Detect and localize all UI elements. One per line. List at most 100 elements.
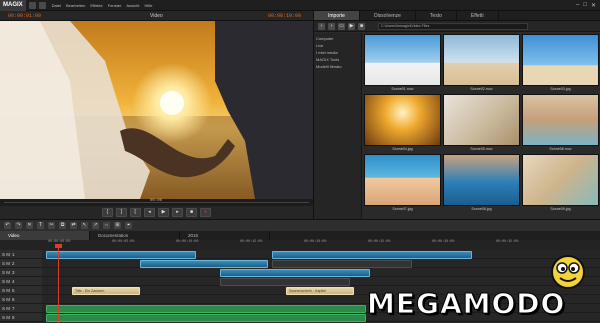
track-lane[interactable]: [42, 259, 600, 268]
thumbnail[interactable]: Sonne06.mov: [522, 94, 599, 152]
sidebar-item-computer[interactable]: Computer: [314, 35, 361, 42]
menu-item-window[interactable]: Fenster: [108, 3, 122, 8]
menu-item-view[interactable]: Ansicht: [126, 3, 139, 8]
thumbnail-caption: Sonne08.jpg: [471, 207, 492, 211]
position-bar[interactable]: 00:00: [0, 199, 313, 206]
mark-in-button[interactable]: [: [102, 208, 113, 217]
track-header[interactable]: S M6: [0, 295, 42, 304]
sidebar-item-my-media[interactable]: I miei media: [314, 49, 361, 56]
back-icon[interactable]: ‹: [318, 22, 325, 30]
thumbnail-caption: Sonne06.mov: [549, 147, 572, 151]
menu-item-effects[interactable]: Effekte: [90, 3, 102, 8]
track-lane[interactable]: [42, 250, 600, 259]
track-header[interactable]: S M7: [0, 304, 42, 313]
thumbnail-caption: Sonne04.jpg: [392, 147, 413, 151]
stop-preview-icon[interactable]: ■: [358, 22, 365, 30]
video-clip[interactable]: [220, 278, 350, 286]
thumbnail[interactable]: Sonne03.jpg: [522, 34, 599, 92]
video-clip[interactable]: [220, 269, 370, 277]
thumbnail[interactable]: Sonne02.mov: [443, 34, 520, 92]
track-header[interactable]: S M4: [0, 277, 42, 286]
folder-icon[interactable]: ▭: [338, 22, 345, 30]
position-label: 00:00: [150, 199, 163, 203]
thumbnail[interactable]: Sonne07.jpg: [364, 154, 441, 212]
tab-text[interactable]: Testo: [416, 11, 457, 20]
text-tool-icon[interactable]: T: [37, 222, 44, 229]
group-icon[interactable]: ⧉: [59, 222, 66, 229]
track-flags: S M: [2, 251, 11, 257]
record-button[interactable]: ●: [200, 208, 211, 217]
next-frame-button[interactable]: ▸: [172, 208, 183, 217]
video-clip[interactable]: [272, 251, 472, 259]
tab-2015[interactable]: 2015: [180, 231, 270, 240]
track-header[interactable]: S M3: [0, 268, 42, 277]
play-button[interactable]: ▶: [158, 208, 169, 217]
track-flags: S M: [2, 260, 11, 266]
cut-icon[interactable]: ✂: [48, 222, 55, 229]
sidebar-item-templates[interactable]: Modelli filmato: [314, 63, 361, 70]
thumbnail-image: [522, 154, 599, 206]
menu-item-help[interactable]: Hilfe: [144, 3, 152, 8]
swap-icon[interactable]: ⇄: [70, 222, 77, 229]
close-button[interactable]: ✕: [591, 2, 596, 9]
thumbnail[interactable]: Sonne05.mov: [443, 94, 520, 152]
track-header[interactable]: S M5: [0, 286, 42, 295]
prev-frame-button[interactable]: ◂: [144, 208, 155, 217]
video-clip[interactable]: [140, 260, 268, 268]
ruler-mark: 00:00:35:00: [496, 240, 519, 244]
play-preview-icon[interactable]: ▶: [348, 22, 355, 30]
transport-controls: [ ] ⟦ ◂ ▶ ▸ ■ ●: [0, 206, 313, 219]
menu-item-edit[interactable]: Bearbeiten: [66, 3, 85, 8]
thumbnail-caption: Sonne05.mov: [470, 147, 493, 151]
forward-icon[interactable]: ›: [328, 22, 335, 30]
media-pool: Importe Dissolvenze Testo Effetti ‹ › ▭ …: [313, 11, 600, 219]
mark-out-button[interactable]: ]: [116, 208, 127, 217]
stretch-icon[interactable]: ⇔: [103, 222, 110, 229]
select-icon[interactable]: ↗: [92, 222, 99, 229]
tab-documentation[interactable]: Documentation: [90, 231, 180, 240]
path-field[interactable]: C:\Users\Immagini\Video Files: [378, 22, 528, 30]
undo-icon[interactable]: ↶: [4, 222, 11, 229]
video-preview[interactable]: [0, 21, 313, 199]
maximize-button[interactable]: □: [583, 2, 587, 9]
track-flags: S M: [2, 287, 11, 293]
title-clip[interactable]: Sonnenschein - Kapitel: [286, 287, 354, 295]
ruler-mark: 00:00:25:00: [368, 240, 391, 244]
track-header[interactable]: S M1: [0, 250, 42, 259]
track-header[interactable]: S M8: [0, 313, 42, 322]
audio-clip[interactable]: [46, 305, 366, 313]
thumbnail[interactable]: Sonne04.jpg: [364, 94, 441, 152]
tab-effects[interactable]: Effetti: [457, 11, 499, 20]
tab-video[interactable]: Video: [0, 231, 90, 240]
tab-imports[interactable]: Importe: [314, 11, 360, 20]
delete-icon[interactable]: ✕: [26, 222, 33, 229]
thumbnail[interactable]: Sonne09.jpg: [522, 154, 599, 212]
tab-transitions[interactable]: Dissolvenze: [360, 11, 416, 20]
track-flags: S M: [2, 305, 11, 311]
sidebar-item-magix-tools[interactable]: MAGIX Tools: [314, 56, 361, 63]
thumbnail[interactable]: Sonne08.jpg: [443, 154, 520, 212]
sidebar-item-live[interactable]: Live: [314, 42, 361, 49]
thumbnail-image: [443, 154, 520, 206]
audio-clip[interactable]: [46, 314, 366, 322]
video-clip[interactable]: [272, 260, 412, 268]
grid-icon[interactable]: ⊞: [114, 222, 121, 229]
minimize-button[interactable]: –: [576, 2, 579, 9]
save-icon[interactable]: [38, 1, 46, 9]
timeline-ruler[interactable]: 00:00:00:00 00:00:05:00 00:00:10:00 00:0…: [0, 240, 600, 250]
new-file-icon[interactable]: [28, 1, 36, 9]
track-lane[interactable]: [42, 268, 600, 277]
redo-icon[interactable]: ↷: [15, 222, 22, 229]
pointer-icon[interactable]: ↖: [81, 222, 88, 229]
thumbnail-caption: Sonne01.mov: [391, 87, 414, 91]
thumbnail[interactable]: Sonne01.mov: [364, 34, 441, 92]
playhead[interactable]: [58, 244, 59, 323]
video-clip[interactable]: [46, 251, 196, 259]
title-clip[interactable]: Title - Ein Zaubern: [72, 287, 140, 295]
go-start-button[interactable]: ⟦: [130, 208, 141, 217]
watermark-text: MEGAMODO: [366, 287, 566, 320]
stop-button[interactable]: ■: [186, 208, 197, 217]
target-icon[interactable]: ⌖: [125, 222, 132, 229]
menu-item-file[interactable]: Datei: [52, 3, 61, 8]
track-header[interactable]: S M2: [0, 259, 42, 268]
